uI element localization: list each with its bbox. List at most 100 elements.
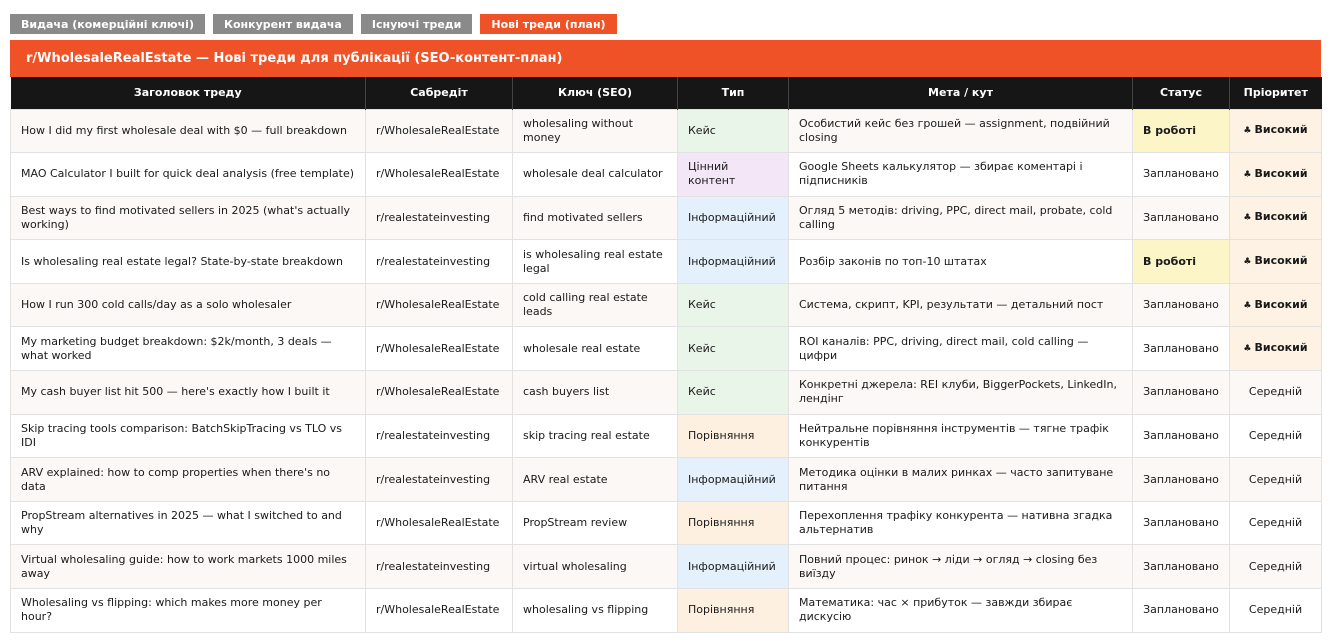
cell-keyword[interactable]: wholesale real estate <box>512 326 678 372</box>
cell-type[interactable]: Інформаційний <box>677 544 789 590</box>
cell-subreddit[interactable]: r/WholesaleRealEstate <box>365 588 513 633</box>
tab-new-threads[interactable]: Нові треди (план) <box>480 14 617 34</box>
column-header-goal[interactable]: Мета / кут <box>788 77 1133 109</box>
cell-type[interactable]: Кейс <box>677 282 789 328</box>
cell-keyword[interactable]: skip tracing real estate <box>512 413 678 459</box>
cell-keyword[interactable]: PropStream review <box>512 500 678 546</box>
cell-title[interactable]: My marketing budget breakdown: $2k/month… <box>10 326 366 372</box>
cell-type[interactable]: Кейс <box>677 108 789 154</box>
cell-goal[interactable]: Конкретні джерела: REI клуби, BiggerPock… <box>788 370 1133 415</box>
tab-existing-threads[interactable]: Існуючі треди <box>360 14 473 34</box>
table-row[interactable]: Skip tracing tools comparison: BatchSkip… <box>10 413 1322 459</box>
cell-title[interactable]: Skip tracing tools comparison: BatchSkip… <box>10 413 366 459</box>
table-row[interactable]: How I run 300 cold calls/day as a solo w… <box>10 282 1322 328</box>
cell-status[interactable]: Заплановано <box>1132 413 1230 459</box>
cell-subreddit[interactable]: r/WholesaleRealEstate <box>365 326 513 372</box>
cell-priority[interactable]: ♣ Високий <box>1229 326 1322 372</box>
cell-type[interactable]: Кейс <box>677 326 789 372</box>
cell-keyword[interactable]: ARV real estate <box>512 457 678 502</box>
cell-status[interactable]: Заплановано <box>1132 457 1230 502</box>
table-row[interactable]: PropStream alternatives in 2025 — what I… <box>10 500 1322 546</box>
column-header-keyword[interactable]: Ключ (SEO) <box>512 77 678 109</box>
cell-subreddit[interactable]: r/realestateinvesting <box>365 413 513 459</box>
cell-goal[interactable]: Перехоплення трафіку конкурента — нативн… <box>788 500 1133 546</box>
cell-priority[interactable]: Середній <box>1229 413 1322 459</box>
cell-goal[interactable]: Особистий кейс без грошей — assignment, … <box>788 108 1133 154</box>
cell-keyword[interactable]: cold calling real estate leads <box>512 282 678 328</box>
cell-keyword[interactable]: wholesaling vs flipping <box>512 588 678 633</box>
cell-priority[interactable]: ♣ Високий <box>1229 152 1322 197</box>
cell-title[interactable]: Wholesaling vs flipping: which makes mor… <box>10 588 366 633</box>
cell-subreddit[interactable]: r/WholesaleRealEstate <box>365 152 513 197</box>
column-header-type[interactable]: Тип <box>677 77 789 109</box>
cell-subreddit[interactable]: r/WholesaleRealEstate <box>365 500 513 546</box>
cell-status[interactable]: Заплановано <box>1132 282 1230 328</box>
cell-status[interactable]: В роботі <box>1132 108 1230 154</box>
cell-goal[interactable]: Математика: час × прибуток — завжди збир… <box>788 588 1133 633</box>
table-row[interactable]: My marketing budget breakdown: $2k/month… <box>10 326 1322 372</box>
table-row[interactable]: Wholesaling vs flipping: which makes mor… <box>10 588 1322 633</box>
cell-priority[interactable]: Середній <box>1229 370 1322 415</box>
cell-subreddit[interactable]: r/realestateinvesting <box>365 544 513 590</box>
cell-goal[interactable]: Нейтральне порівняння інструментів — тяг… <box>788 413 1133 459</box>
cell-goal[interactable]: ROI каналів: PPC, driving, direct mail, … <box>788 326 1133 372</box>
cell-title[interactable]: How I run 300 cold calls/day as a solo w… <box>10 282 366 328</box>
cell-status[interactable]: Заплановано <box>1132 588 1230 633</box>
cell-title[interactable]: MAO Calculator I built for quick deal an… <box>10 152 366 197</box>
cell-type[interactable]: Порівняння <box>677 500 789 546</box>
cell-title[interactable]: PropStream alternatives in 2025 — what I… <box>10 500 366 546</box>
cell-priority[interactable]: ♣ Високий <box>1229 239 1322 284</box>
cell-type[interactable]: Кейс <box>677 370 789 415</box>
tab-serp-commercial[interactable]: Видача (комерційні ключі) <box>10 14 205 34</box>
column-header-title[interactable]: Заголовок треду <box>10 77 366 109</box>
cell-status[interactable]: Заплановано <box>1132 152 1230 197</box>
cell-status[interactable]: Заплановано <box>1132 544 1230 590</box>
cell-subreddit[interactable]: r/realestateinvesting <box>365 195 513 241</box>
table-row[interactable]: MAO Calculator I built for quick deal an… <box>10 152 1322 197</box>
cell-title[interactable]: Best ways to find motivated sellers in 2… <box>10 195 366 241</box>
cell-type[interactable]: Порівняння <box>677 588 789 633</box>
table-row[interactable]: Virtual wholesaling guide: how to work m… <box>10 544 1322 590</box>
cell-subreddit[interactable]: r/realestateinvesting <box>365 457 513 502</box>
cell-goal[interactable]: Розбір законів по топ-10 штатах <box>788 239 1133 284</box>
cell-subreddit[interactable]: r/realestateinvesting <box>365 239 513 284</box>
cell-keyword[interactable]: cash buyers list <box>512 370 678 415</box>
column-header-status[interactable]: Статус <box>1132 77 1230 109</box>
cell-priority[interactable]: ♣ Високий <box>1229 195 1322 241</box>
cell-goal[interactable]: Повний процес: ринок → ліди → огляд → cl… <box>788 544 1133 590</box>
cell-title[interactable]: Is wholesaling real estate legal? State-… <box>10 239 366 284</box>
table-row[interactable]: ARV explained: how to comp properties wh… <box>10 457 1322 502</box>
table-row[interactable]: How I did my first wholesale deal with $… <box>10 108 1322 154</box>
cell-goal[interactable]: Google Sheets калькулятор — збирає комен… <box>788 152 1133 197</box>
table-row[interactable]: Best ways to find motivated sellers in 2… <box>10 195 1322 241</box>
cell-type[interactable]: Інформаційний <box>677 239 789 284</box>
cell-title[interactable]: ARV explained: how to comp properties wh… <box>10 457 366 502</box>
cell-subreddit[interactable]: r/WholesaleRealEstate <box>365 108 513 154</box>
column-header-subreddit[interactable]: Сабредіт <box>365 77 513 109</box>
cell-title[interactable]: How I did my first wholesale deal with $… <box>10 108 366 154</box>
cell-type[interactable]: Інформаційний <box>677 457 789 502</box>
cell-keyword[interactable]: virtual wholesaling <box>512 544 678 590</box>
cell-priority[interactable]: Середній <box>1229 500 1322 546</box>
cell-title[interactable]: Virtual wholesaling guide: how to work m… <box>10 544 366 590</box>
cell-subreddit[interactable]: r/WholesaleRealEstate <box>365 370 513 415</box>
cell-priority[interactable]: Середній <box>1229 457 1322 502</box>
cell-goal[interactable]: Методика оцінки в малих ринках — часто з… <box>788 457 1133 502</box>
cell-priority[interactable]: ♣ Високий <box>1229 282 1322 328</box>
cell-priority[interactable]: Середній <box>1229 544 1322 590</box>
cell-goal[interactable]: Огляд 5 методів: driving, PPC, direct ma… <box>788 195 1133 241</box>
cell-title[interactable]: My cash buyer list hit 500 — here's exac… <box>10 370 366 415</box>
cell-status[interactable]: Заплановано <box>1132 500 1230 546</box>
cell-type[interactable]: Цінний контент <box>677 152 789 197</box>
table-row[interactable]: Is wholesaling real estate legal? State-… <box>10 239 1322 284</box>
cell-status[interactable]: Заплановано <box>1132 370 1230 415</box>
tab-competitor-serp[interactable]: Конкурент видача <box>212 14 353 34</box>
cell-priority[interactable]: ♣ Високий <box>1229 108 1322 154</box>
cell-keyword[interactable]: wholesale deal calculator <box>512 152 678 197</box>
cell-status[interactable]: Заплановано <box>1132 326 1230 372</box>
table-row[interactable]: My cash buyer list hit 500 — here's exac… <box>10 370 1322 415</box>
cell-goal[interactable]: Система, скрипт, KPI, результати — детал… <box>788 282 1133 328</box>
cell-type[interactable]: Інформаційний <box>677 195 789 241</box>
cell-keyword[interactable]: find motivated sellers <box>512 195 678 241</box>
column-header-priority[interactable]: Пріоритет <box>1229 77 1322 109</box>
